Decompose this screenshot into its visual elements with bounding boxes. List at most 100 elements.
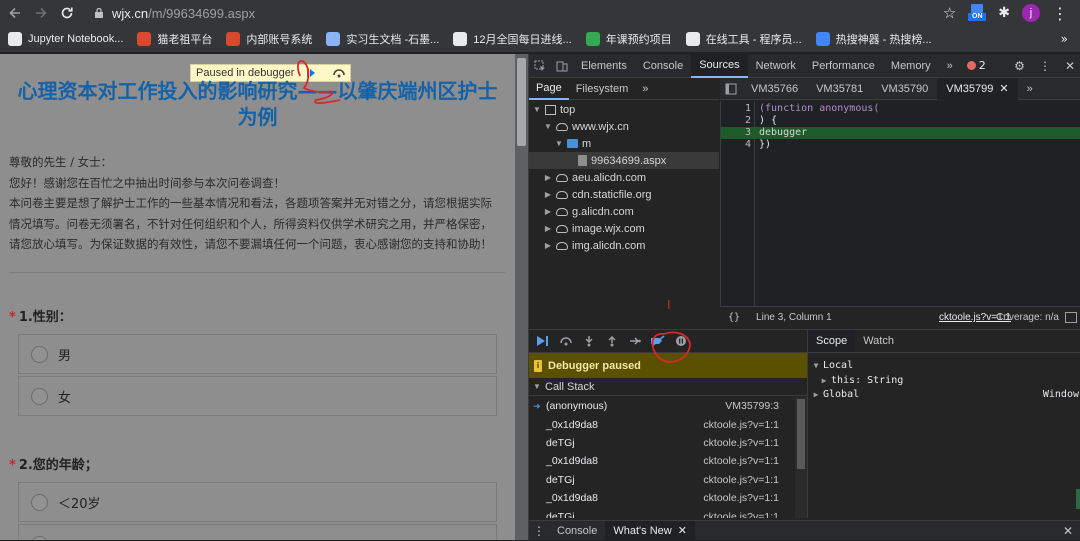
nav-more-button[interactable]: » <box>635 78 655 100</box>
editor-tab[interactable]: VM35790 <box>872 78 937 100</box>
bookmark-item[interactable]: 年课预约项目 <box>585 31 672 47</box>
devtools-menu-icon[interactable]: ⋮ <box>1039 59 1051 73</box>
call-stack-scrollbar[interactable] <box>795 397 807 518</box>
tree-node[interactable]: ▼ www.wjx.cn <box>529 118 719 135</box>
expand-arrow-icon[interactable]: ▶ <box>544 207 552 216</box>
close-tab-icon[interactable]: ✕ <box>999 82 1008 95</box>
extensions-puzzle-icon[interactable]: ✱ <box>998 5 1010 21</box>
editor-tab[interactable]: VM35781 <box>807 78 872 100</box>
close-tab-icon[interactable]: ✕ <box>678 524 687 537</box>
q2-option-under-20[interactable]: ＜20岁 <box>18 482 497 522</box>
drawer-menu-icon[interactable]: ⋮ <box>529 524 549 538</box>
radio-icon[interactable] <box>31 387 48 405</box>
q2-option-next[interactable] <box>18 524 497 540</box>
bookmark-star-icon[interactable]: ☆ <box>943 4 956 22</box>
call-stack-header[interactable]: ▼ Call Stack <box>529 378 807 396</box>
drawer-toggle-icon[interactable] <box>1065 312 1077 323</box>
frame-location[interactable]: VM35799:3 <box>725 400 779 412</box>
frame-location[interactable]: cktoole.js?v=1:1 <box>703 419 779 431</box>
nav-tab-filesystem[interactable]: Filesystem <box>569 78 636 100</box>
frame-location[interactable]: cktoole.js?v=1:1 <box>703 474 779 486</box>
bookmark-item[interactable]: 热搜神器 - 热搜榜... <box>815 31 932 47</box>
call-frame[interactable]: _0x1d9da8 cktoole.js?v=1:1 <box>529 489 795 507</box>
more-tabs-button[interactable]: » <box>939 54 961 78</box>
tree-node[interactable]: ▶ image.wjx.com <box>529 220 719 237</box>
devtools-tab-console[interactable]: Console <box>635 54 691 78</box>
tree-node[interactable]: ▶ cdn.staticfile.org <box>529 186 719 203</box>
q1-option-male[interactable]: 男 <box>18 334 497 374</box>
bookmark-item[interactable]: Jupyter Notebook... <box>8 32 123 46</box>
expand-arrow-icon[interactable]: ▼ <box>555 139 563 148</box>
frame-location[interactable]: cktoole.js?v=1:1 <box>703 455 779 467</box>
scope-global[interactable]: ▶ Global <box>812 387 860 401</box>
expand-arrow-icon[interactable]: ▶ <box>544 190 552 199</box>
drawer-tab-console[interactable]: Console <box>549 521 605 541</box>
call-frame[interactable]: deTGj cktoole.js?v=1:1 <box>529 471 795 489</box>
call-frame[interactable]: _0x1d9da8 cktoole.js?v=1:1 <box>529 452 795 470</box>
pretty-print-button[interactable]: {} <box>728 312 740 323</box>
expand-arrow-icon[interactable]: ▶ <box>544 224 552 233</box>
frame-location[interactable]: cktoole.js?v=1:1 <box>703 437 779 449</box>
devtools-tab-elements[interactable]: Elements <box>573 54 635 78</box>
q1-option-female[interactable]: 女 <box>18 376 497 416</box>
bookmark-item[interactable]: 猫老祖平台 <box>137 31 212 47</box>
page-scrollbar-thumb[interactable] <box>517 58 526 146</box>
devtools-tab-performance[interactable]: Performance <box>804 54 883 78</box>
step-button[interactable] <box>625 331 645 351</box>
step-into-button[interactable] <box>579 331 599 351</box>
call-frame[interactable]: ➜ (anonymous) VM35799:3 <box>529 397 795 415</box>
toggle-navigator-icon[interactable] <box>720 77 742 101</box>
expand-arrow-icon[interactable]: ▼ <box>544 122 552 131</box>
call-frame[interactable]: _0x1d9da8 cktoole.js?v=1:1 <box>529 415 795 433</box>
profile-avatar[interactable]: j <box>1022 4 1040 22</box>
device-toolbar-icon[interactable] <box>551 54 573 78</box>
radio-icon[interactable] <box>31 493 48 511</box>
extension-on-icon[interactable]: ON <box>968 4 987 22</box>
editor-tab[interactable]: VM35799 ✕ <box>937 77 1018 100</box>
call-stack-scrollbar-thumb[interactable] <box>797 399 805 469</box>
bookmark-item[interactable]: 内部账号系统 <box>226 31 312 47</box>
resume-script-button[interactable] <box>533 331 553 351</box>
devtools-close-icon[interactable]: ✕ <box>1065 59 1075 73</box>
code-line[interactable]: 3 debugger <box>721 127 1080 139</box>
tab-scope[interactable]: Scope <box>808 330 856 352</box>
step-out-button[interactable] <box>602 331 622 351</box>
devtools-tab-network[interactable]: Network <box>748 54 804 78</box>
error-badge[interactable]: 2 <box>961 59 992 72</box>
line-number[interactable]: 4 <box>721 139 751 151</box>
deactivate-breakpoints-button[interactable] <box>648 331 668 351</box>
expand-arrow-icon[interactable]: ▶ <box>544 241 552 250</box>
reload-button[interactable] <box>56 2 78 24</box>
devtools-settings-icon[interactable]: ⚙ <box>1014 59 1025 73</box>
drawer-tab-whats-new[interactable]: What's New ✕ <box>605 520 695 541</box>
browser-menu-icon[interactable]: ⋮ <box>1052 4 1068 23</box>
devtools-tab-sources[interactable]: Sources <box>691 53 748 78</box>
scope-this[interactable]: ▶ this: String <box>820 373 904 387</box>
tree-node[interactable]: 99634699.aspx <box>529 152 719 169</box>
expand-arrow-icon[interactable]: ▶ <box>544 173 552 182</box>
call-frame[interactable]: deTGi cktoole.js?v=1:1 <box>529 507 795 518</box>
frame-location[interactable]: cktoole.js?v=1:1 <box>703 511 779 518</box>
forward-button[interactable] <box>30 2 52 24</box>
drawer-close-icon[interactable]: ✕ <box>1063 524 1073 538</box>
inspect-element-icon[interactable] <box>529 54 551 78</box>
step-over-button[interactable] <box>556 331 576 351</box>
tree-node[interactable]: ▼ top <box>529 101 719 118</box>
back-button[interactable] <box>4 2 26 24</box>
nav-tab-page[interactable]: Page <box>529 78 569 100</box>
lock-icon[interactable] <box>92 7 106 19</box>
code-line[interactable]: 1 (function anonymous( <box>721 103 1080 115</box>
frame-location[interactable]: cktoole.js?v=1:1 <box>703 492 779 504</box>
bookmark-item[interactable]: 12月全国每日进线... <box>453 31 572 47</box>
bookmark-item[interactable]: 实习生文档 -石墨... <box>326 31 439 47</box>
editor-tab[interactable]: VM35766 <box>742 78 807 100</box>
pause-on-exceptions-button[interactable] <box>671 331 691 351</box>
line-number[interactable]: 3 <box>721 127 751 139</box>
tree-node[interactable]: ▼ m <box>529 135 719 152</box>
page-scrollbar[interactable] <box>515 54 528 540</box>
radio-icon[interactable] <box>31 535 48 540</box>
bookmark-item[interactable]: 在线工具 - 程序员... <box>685 31 802 47</box>
devtools-tab-memory[interactable]: Memory <box>883 54 939 78</box>
bookmarks-more-button[interactable]: » <box>1061 32 1068 46</box>
radio-icon[interactable] <box>31 345 48 363</box>
